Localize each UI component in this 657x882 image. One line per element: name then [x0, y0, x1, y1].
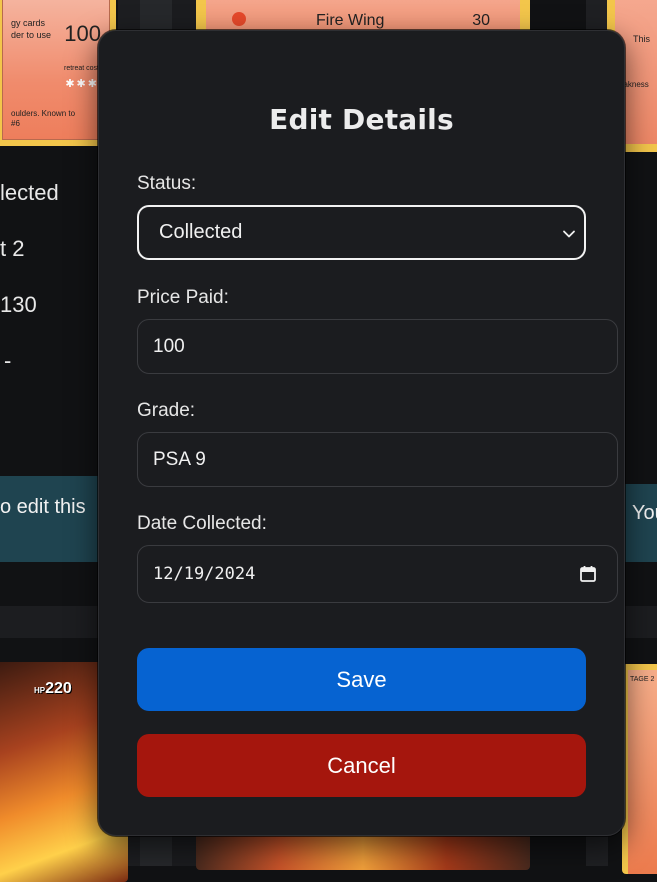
card-attack-damage: 30: [472, 12, 490, 29]
grade-input[interactable]: PSA 9: [137, 432, 618, 487]
edit-notice-banner: You: [624, 484, 657, 562]
card-info-set: t 2: [0, 236, 25, 261]
card-attack-name: Fire Wing: [316, 12, 385, 29]
date-collected-input[interactable]: 12/19/2024: [137, 545, 618, 603]
pokemon-card-bottom-right[interactable]: TAGE 2: [622, 664, 657, 874]
card-retreat-label: retreat cost: [63, 65, 99, 72]
price-paid-input[interactable]: 100: [137, 319, 618, 374]
card-stage-label: TAGE 2: [630, 676, 655, 683]
card-number: 100: [64, 21, 101, 46]
status-select-value: Collected: [159, 221, 243, 243]
calendar-icon[interactable]: [579, 565, 597, 583]
card-flavor-text: oulders. Known to #6: [11, 109, 76, 128]
card-hp: HP220: [34, 680, 72, 697]
card-text: This: [633, 34, 651, 44]
chevron-down-icon: [563, 230, 575, 238]
status-select[interactable]: Collected: [137, 205, 586, 260]
price-paid-label: Price Paid:: [137, 287, 229, 308]
card-text: gy cards der to use: [11, 18, 52, 40]
modal-title: Edit Details: [269, 103, 454, 136]
card-info-grade: -: [4, 348, 12, 373]
cancel-button[interactable]: Cancel: [137, 734, 586, 797]
date-collected-label: Date Collected:: [137, 513, 267, 534]
save-button[interactable]: Save: [137, 648, 586, 711]
edit-details-modal: Edit Details Status: Collected Price Pai…: [98, 30, 625, 836]
card-info-number: 130: [0, 292, 37, 317]
grade-label: Grade:: [137, 400, 196, 421]
card-info-status: lected: [0, 180, 59, 205]
edit-notice-banner: o edit this: [0, 476, 104, 562]
pokemon-card-bottom-middle[interactable]: [196, 830, 530, 870]
status-label: Status:: [137, 173, 197, 194]
date-value: 12/19/2024: [153, 564, 256, 584]
fire-energy-icon: [232, 12, 246, 26]
retreat-cost-icons: ✱✱✱: [65, 78, 99, 90]
